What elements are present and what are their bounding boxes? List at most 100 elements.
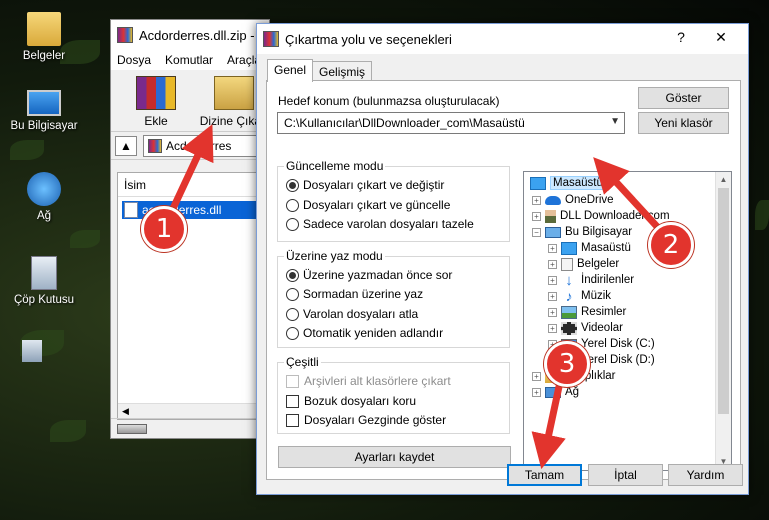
option-label: Otomatik yeniden adlandır [303,326,444,340]
tree-item-pictures[interactable]: + Resimler [548,304,626,320]
horizontal-scrollbar[interactable]: ◀ [118,403,264,419]
new-folder-button[interactable]: Yeni klasör [638,112,729,134]
tree-item-label: Videolar [581,322,623,334]
close-icon[interactable]: ✕ [706,29,736,46]
option-label: Sadece varolan dosyaları tazele [303,217,474,231]
collapse-icon[interactable]: − [532,227,541,237]
option-freshen-existing[interactable]: Sadece varolan dosyaları tazele [286,217,474,231]
desktop-icon-recycle-bin[interactable]: Çöp Kutusu [4,256,84,306]
tree-item-user[interactable]: + DLL Downloader.com [532,208,670,224]
music-icon: ♪ [565,287,573,304]
up-arrow-icon: ▲ [120,138,132,153]
option-show-in-explorer[interactable]: Dosyaları Gezginde göster [286,413,446,427]
option-overwrite-without-prompt[interactable]: Sormadan üzerine yaz [286,287,423,301]
desktop-icon-label: Bu Bilgisayar [10,120,78,132]
video-icon [561,321,577,335]
tree-item-videos[interactable]: + Videolar [548,320,623,336]
scroll-up-icon[interactable]: ▲ [716,172,731,188]
misc-group: Çeşitli Arşivleri alt klasörlere çıkart … [277,355,510,434]
help-button[interactable]: Yardım [668,464,743,486]
tree-item-pc-desktop[interactable]: + Masaüstü [548,240,631,256]
winrar-icon [263,31,279,47]
winrar-title-bar[interactable]: Acdorderres.dll.zip - [111,20,269,50]
update-mode-title: Güncelleme modu [284,159,386,173]
expand-icon[interactable]: + [548,307,557,317]
checkbox[interactable] [286,413,299,427]
radio-button[interactable] [286,217,299,231]
tree-item-label: Belgeler [577,258,620,270]
tab-general[interactable]: Genel [267,59,314,82]
winrar-title: Acdorderres.dll.zip - [139,27,255,43]
tree-item-label: İndirilenler [581,274,635,286]
radio-button[interactable] [286,326,299,340]
menu-file[interactable]: Dosya [117,53,151,67]
help-icon[interactable]: ? [666,29,696,45]
winrar-address-bar: ▲ Acdorderres [111,132,269,160]
tree-item-downloads[interactable]: + ↓ İndirilenler [548,272,634,288]
save-settings-button[interactable]: Ayarları kaydet [278,446,511,468]
extract-to-folder-icon [214,76,255,110]
expand-icon[interactable]: + [548,291,557,301]
computer-icon [545,226,561,238]
dll-file-icon [124,202,138,218]
folder-tree[interactable]: Masaüstü + OneDrive + DLL Downloader.com… [523,171,732,471]
tree-item-label: Ağ [565,386,580,398]
add-button[interactable]: Ekle [123,70,189,131]
option-extract-update[interactable]: Dosyaları çıkart ve güncelle [286,198,450,212]
cloud-icon [545,195,561,205]
step-badge-2: 2 [648,222,694,268]
tree-item-documents[interactable]: + Belgeler [548,256,619,272]
option-ask-before-overwrite[interactable]: Üzerine yazmadan önce sor [286,268,452,282]
dialog-title-bar[interactable]: Çıkartma yolu ve seçenekleri ? ✕ [257,24,748,54]
option-auto-rename[interactable]: Otomatik yeniden adlandır [286,326,443,340]
option-skip-existing[interactable]: Varolan dosyaları atla [286,307,418,321]
expand-icon[interactable]: + [532,195,541,205]
desktop-icon-documents[interactable]: Belgeler [4,12,84,62]
expand-icon[interactable]: + [532,211,541,221]
radio-button[interactable] [286,287,299,301]
destination-label: Hedef konum (bulunmazsa oluşturulacak) [278,94,500,108]
up-folder-button[interactable]: ▲ [115,135,137,156]
file-list: İsim acdorderres.dll ◀ [117,172,265,420]
radio-button[interactable] [286,268,299,282]
option-keep-broken-files[interactable]: Bozuk dosyaları koru [286,394,416,408]
option-label: Dosyaları çıkart ve güncelle [303,198,451,212]
expand-icon[interactable]: + [532,371,541,381]
add-archive-icon [136,76,177,110]
desktop-icon-this-pc[interactable]: Bu Bilgisayar [4,90,84,132]
pictures-icon [561,305,577,319]
expand-icon[interactable]: + [532,387,541,397]
scroll-thumb[interactable] [718,188,729,414]
tree-item-desktop[interactable]: Masaüstü [530,175,606,191]
tree-item-label: Bu Bilgisayar [565,226,633,238]
tree-vertical-scrollbar[interactable]: ▲ ▼ [715,172,731,470]
option-label: Üzerine yazmadan önce sor [303,268,453,282]
destination-path-combo[interactable]: C:\Kullanıcılar\DllDownloader_com\Masaüs… [277,112,625,134]
archive-icon [148,138,162,153]
radio-button[interactable] [286,178,299,192]
expand-icon[interactable]: + [548,259,557,269]
radio-button[interactable] [286,198,299,212]
network-icon [27,172,61,206]
tree-item-this-pc[interactable]: − Bu Bilgisayar [532,224,632,240]
network-icon [545,386,561,398]
tree-item-onedrive[interactable]: + OneDrive [532,192,614,208]
overwrite-mode-title: Üzerine yaz modu [284,249,385,263]
ok-button[interactable]: Tamam [507,464,582,486]
add-label: Ekle [144,114,168,128]
cancel-button[interactable]: İptal [588,464,663,486]
tree-item-music[interactable]: + ♪ Müzik [548,288,611,304]
menu-commands[interactable]: Komutlar [165,53,213,67]
column-header-name[interactable]: İsim [118,173,264,197]
expand-icon[interactable]: + [548,323,557,333]
desktop-partial-icon [22,340,42,362]
radio-button[interactable] [286,307,299,321]
option-extract-replace[interactable]: Dosyaları çıkart ve değiştir [286,178,444,192]
archive-path-field[interactable]: Acdorderres [143,134,269,157]
desktop-icon-network[interactable]: Ağ [4,172,84,222]
expand-icon[interactable]: + [548,243,557,253]
checkbox[interactable] [286,394,299,408]
chevron-down-icon[interactable]: ▼ [610,116,620,127]
show-button[interactable]: Göster [638,87,729,109]
expand-icon[interactable]: + [548,275,557,285]
